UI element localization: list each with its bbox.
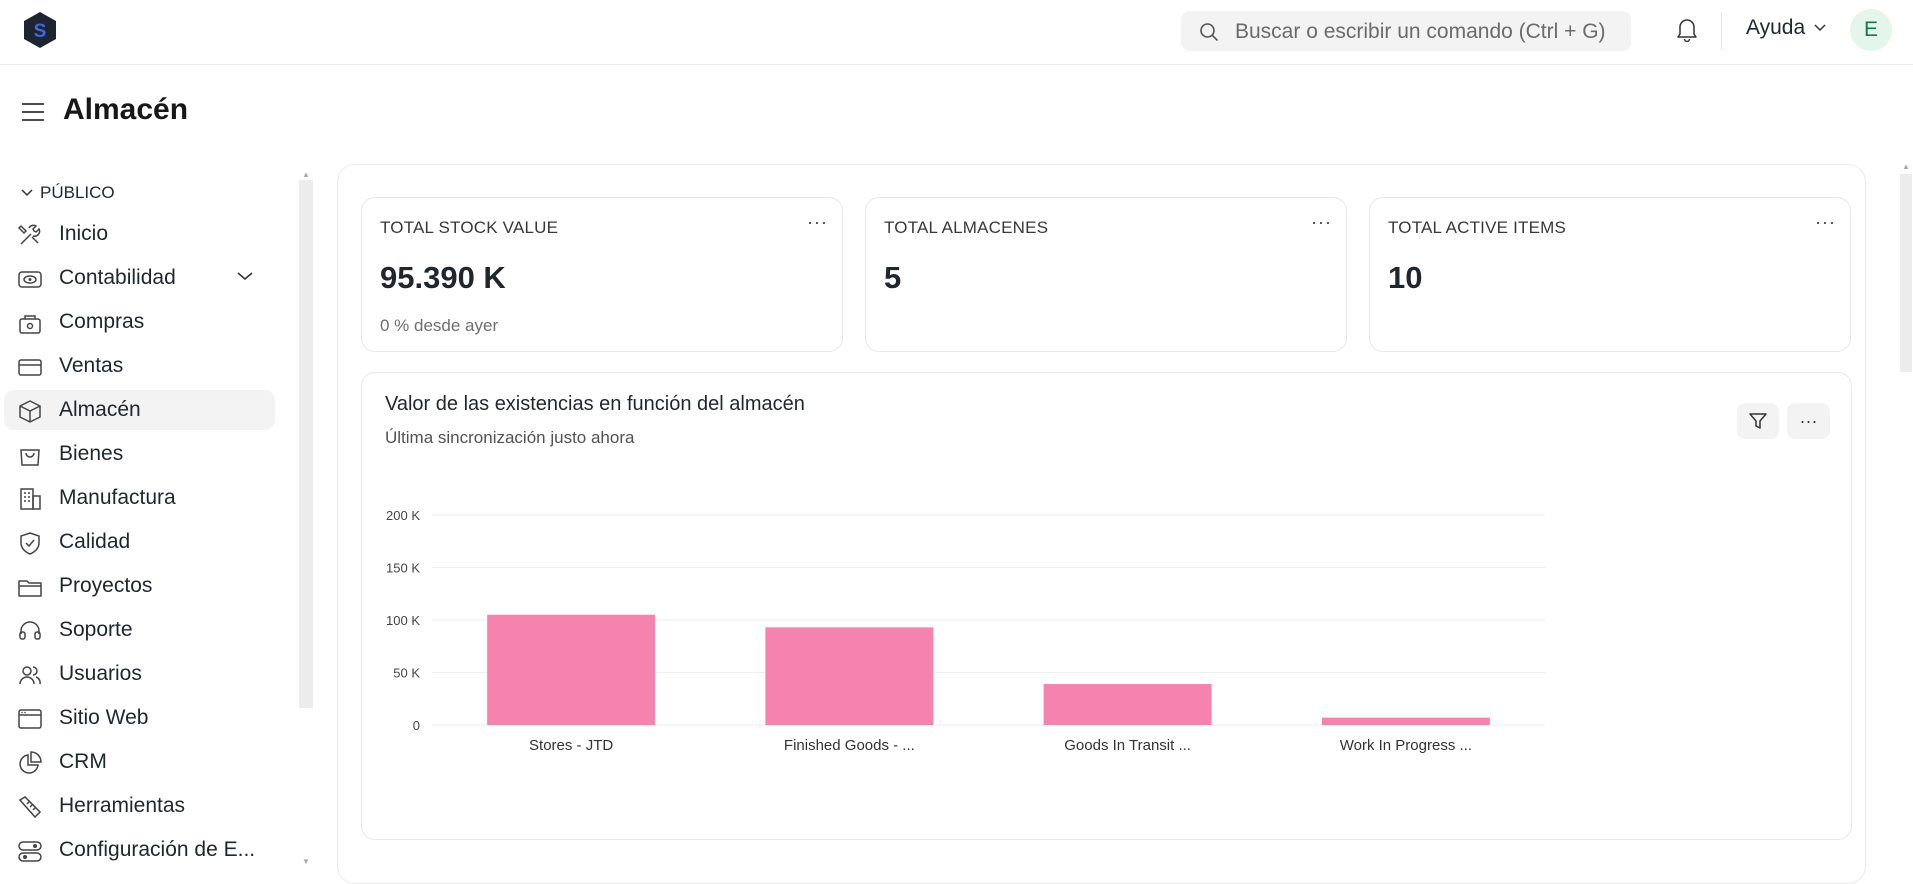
sidebar-item-label: Ventas — [59, 354, 124, 377]
search-bar[interactable]: Buscar o escribir un comando (Ctrl + G) — [1181, 11, 1631, 51]
card-value: 10 — [1388, 260, 1423, 295]
sidebar-item-label: Bienes — [59, 442, 124, 465]
sidebar-item-label: CRM — [59, 750, 107, 773]
bag-icon — [20, 449, 40, 466]
page-scroll-up[interactable]: ▲ — [1902, 162, 1910, 171]
help-label: Ayuda — [1746, 16, 1806, 39]
y-tick-label: 50 K — [393, 666, 420, 681]
card-value: 5 — [884, 260, 902, 295]
number-card-almacenes[interactable]: TOTAL ALMACENES ··· 5 — [865, 197, 1347, 352]
app-logo[interactable]: S — [22, 11, 58, 49]
avatar-initial: E — [1863, 18, 1878, 41]
notification-bell-icon[interactable] — [1676, 16, 1698, 42]
x-tick-label: Finished Goods - ... — [784, 737, 915, 754]
sidebar-item-inicio[interactable]: Inicio — [4, 214, 275, 254]
chevron-down-icon — [21, 189, 33, 197]
shopping-icon — [19, 315, 41, 334]
wrench-icon — [18, 796, 42, 819]
y-tick-label: 200 K — [386, 508, 420, 523]
sidebar-section-header[interactable]: PÚBLICO — [20, 183, 115, 203]
sidebar-scrollbar[interactable] — [299, 180, 313, 708]
sidebar-item-label: Almacén — [59, 398, 141, 421]
number-card-stock-value[interactable]: TOTAL STOCK VALUE ··· 95.390 K 0 % desde… — [361, 197, 843, 352]
divider — [1721, 12, 1722, 50]
sidebar-item-sitio-web[interactable]: Sitio Web — [4, 698, 275, 738]
bar — [487, 614, 656, 725]
page-title: Almacén — [63, 93, 189, 126]
users-icon — [19, 666, 41, 685]
sidebar: PÚBLICO Inicio Contabilidad Compras Vent… — [0, 170, 290, 867]
card-title: TOTAL STOCK VALUE — [380, 218, 559, 237]
bar — [1321, 717, 1490, 725]
sidebar-item-compras[interactable]: Compras — [4, 302, 275, 342]
page-scrollbar[interactable] — [1900, 174, 1912, 372]
card-menu-icon[interactable]: ··· — [1311, 212, 1332, 233]
sidebar-item-usuarios[interactable]: Usuarios — [4, 654, 275, 694]
chevron-down-icon[interactable] — [236, 270, 254, 282]
sidebar-item-bienes[interactable]: Bienes — [4, 434, 275, 474]
search-icon — [1200, 23, 1218, 41]
sidebar-item-almacen[interactable]: Almacén — [4, 390, 275, 430]
x-tick-label: Work In Progress ... — [1340, 737, 1472, 754]
search-placeholder: Buscar o escribir un comando (Ctrl + G) — [1235, 20, 1606, 43]
sidebar-item-contabilidad[interactable]: Contabilidad — [4, 258, 275, 298]
sidebar-item-label: Manufactura — [59, 486, 176, 509]
bar — [1043, 684, 1212, 725]
sidebar-scroll-down[interactable]: ▼ — [302, 857, 310, 866]
browser-icon — [18, 709, 42, 729]
toggle-icon — [18, 841, 42, 862]
number-card-active-items[interactable]: TOTAL ACTIVE ITEMS ··· 10 — [1369, 197, 1851, 352]
sidebar-item-ventas[interactable]: Ventas — [4, 346, 275, 386]
card-menu-icon[interactable]: ··· — [1815, 212, 1836, 233]
y-tick-label: 150 K — [386, 561, 420, 576]
chevron-down-icon — [1814, 24, 1826, 32]
sidebar-item-label: Proyectos — [59, 574, 153, 597]
sidebar-item-configuracion[interactable]: Configuración de E... — [4, 830, 275, 870]
sidebar-item-label: Compras — [59, 310, 145, 333]
card-icon — [18, 359, 42, 376]
headset-icon — [19, 621, 41, 640]
y-tick-label: 0 — [413, 718, 420, 733]
sidebar-item-label: Inicio — [59, 222, 109, 245]
card-value: 95.390 K — [380, 260, 506, 295]
folder-icon — [18, 580, 42, 597]
sidebar-item-herramientas[interactable]: Herramientas — [4, 786, 275, 826]
sidebar-item-label: Herramientas — [59, 794, 186, 817]
card-change-text: 0 % desde ayer — [380, 316, 499, 335]
sidebar-section-label: PÚBLICO — [40, 183, 115, 202]
sidebar-scroll-up[interactable]: ▲ — [302, 170, 310, 179]
top-navbar: S Buscar o escribir un comando (Ctrl + G… — [0, 0, 1913, 65]
sidebar-item-soporte[interactable]: Soporte — [4, 610, 275, 650]
eye-icon — [18, 271, 42, 288]
sidebar-item-crm[interactable]: CRM — [4, 742, 275, 782]
card-menu-icon[interactable]: ··· — [807, 212, 828, 233]
tools-icon — [17, 224, 41, 245]
building-icon — [20, 488, 41, 510]
chart-card: Valor de las existencias en función del … — [361, 372, 1852, 840]
sidebar-item-label: Usuarios — [59, 662, 142, 685]
sidebar-item-label: Configuración de E... — [59, 838, 256, 861]
bar-chart: 0 50 K 100 K 150 K 200 K Stores - JTD Finished… — [386, 508, 1545, 754]
svg-text:S: S — [34, 21, 47, 42]
card-title: TOTAL ALMACENES — [884, 218, 1049, 237]
sidebar-item-manufactura[interactable]: Manufactura — [4, 478, 275, 518]
menu-toggle-icon[interactable] — [20, 101, 46, 123]
sidebar-item-calidad[interactable]: Calidad — [4, 522, 275, 562]
bar — [765, 627, 934, 725]
help-dropdown[interactable]: Ayuda — [1746, 16, 1827, 40]
x-tick-label: Goods In Transit ... — [1064, 737, 1191, 754]
user-avatar[interactable]: E — [1850, 9, 1892, 51]
sidebar-item-label: Sitio Web — [59, 706, 149, 729]
shield-icon — [20, 532, 40, 555]
sidebar-item-label: Soporte — [59, 618, 133, 641]
sidebar-item-label: Contabilidad — [59, 266, 176, 289]
pie-icon — [19, 751, 42, 774]
sidebar-item-proyectos[interactable]: Proyectos — [4, 566, 275, 606]
y-tick-label: 100 K — [386, 613, 420, 628]
sidebar-item-label: Calidad — [59, 530, 131, 553]
x-tick-label: Stores - JTD — [529, 737, 613, 754]
card-title: TOTAL ACTIVE ITEMS — [1388, 218, 1567, 237]
box-icon — [19, 400, 41, 423]
